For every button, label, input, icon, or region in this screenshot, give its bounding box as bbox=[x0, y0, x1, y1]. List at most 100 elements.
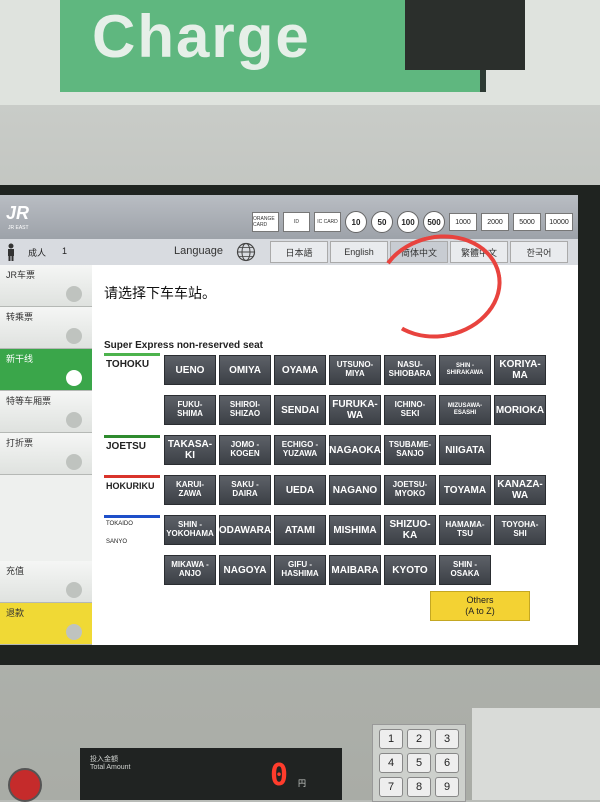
instruction-text: 请选择下车车站。 bbox=[104, 285, 216, 301]
station-button[interactable]: ECHIGO - YUZAWA bbox=[274, 435, 326, 465]
card-slot-panel bbox=[472, 708, 600, 800]
person-icon bbox=[8, 243, 14, 261]
station-button[interactable]: GIFU - HASHIMA bbox=[274, 555, 326, 585]
coin-100-icon: 100 bbox=[397, 211, 419, 233]
key-2[interactable]: 2 bbox=[407, 729, 431, 749]
station-button[interactable]: UEDA bbox=[274, 475, 326, 505]
station-button[interactable]: SAKU - DAIRA bbox=[219, 475, 271, 505]
station-button[interactable]: UENO bbox=[164, 355, 216, 385]
amount-value: 0 bbox=[270, 758, 289, 793]
passenger-count: 1 bbox=[62, 246, 68, 256]
sidebar-item-discount[interactable]: 打折票 bbox=[0, 433, 92, 475]
coin-10-icon: 10 bbox=[345, 211, 367, 233]
others-a-to-z-button[interactable]: Others (A to Z) bbox=[430, 591, 530, 621]
station-button[interactable]: SHIN - OSAKA bbox=[439, 555, 491, 585]
key-3[interactable]: 3 bbox=[435, 729, 459, 749]
sidebar-item-label: 打折票 bbox=[6, 438, 34, 448]
cancel-button[interactable] bbox=[8, 768, 42, 802]
station-button[interactable]: TAKASA- KI bbox=[164, 435, 216, 465]
station-button[interactable]: JOETSU- MYOKO bbox=[384, 475, 436, 505]
green-car-icon bbox=[66, 412, 82, 428]
station-button[interactable]: OMIYA bbox=[219, 355, 271, 385]
sidebar-item-label: 退款 bbox=[6, 608, 25, 618]
jr-logo: JR bbox=[6, 203, 30, 223]
machine-sign: Charge bbox=[0, 0, 600, 105]
station-button[interactable]: HAMAMA- TSU bbox=[439, 515, 491, 545]
station-button[interactable]: KORIYA- MA bbox=[494, 355, 546, 385]
coin-50-icon: 50 bbox=[371, 211, 393, 233]
ic-card-icon: IC CARD bbox=[314, 212, 341, 232]
station-button[interactable]: NASU- SHIOBARA bbox=[384, 355, 436, 385]
line-label-sanyo: SANYO bbox=[106, 539, 128, 545]
joetsu-line-bar bbox=[104, 435, 160, 438]
language-label: Language bbox=[174, 245, 223, 257]
station-button[interactable]: MIKAWA - ANJO bbox=[164, 555, 216, 585]
station-button[interactable]: MORIOKA bbox=[494, 395, 546, 425]
station-button[interactable]: SENDAI bbox=[274, 395, 326, 425]
amount-unit: 円 bbox=[298, 779, 306, 788]
station-button[interactable]: ATAMI bbox=[274, 515, 326, 545]
key-8[interactable]: 8 bbox=[407, 777, 431, 797]
tohoku-line-bar bbox=[104, 353, 160, 356]
station-button[interactable]: NAGAOKA bbox=[329, 435, 381, 465]
sidebar: JR车票 转乘票 新干线 特等车厢票 打折票 充值 退款 bbox=[0, 265, 92, 645]
sidebar-item-label: 转乘票 bbox=[6, 312, 34, 322]
station-button[interactable]: KARUI- ZAWA bbox=[164, 475, 216, 505]
tab-japanese[interactable]: 日本語 bbox=[270, 241, 328, 263]
station-button[interactable]: NIIGATA bbox=[439, 435, 491, 465]
station-select-panel: 请选择下车车站。 Super Express non-reserved seat… bbox=[92, 223, 578, 645]
top-bar: JR JR EAST ORANGE CARD ID IC CARD 10 50 … bbox=[0, 195, 578, 239]
sign-dark-panel bbox=[405, 0, 525, 70]
sidebar-item-green-car[interactable]: 特等车厢票 bbox=[0, 391, 92, 433]
key-9[interactable]: 9 bbox=[435, 777, 459, 797]
station-button[interactable]: NAGOYA bbox=[219, 555, 271, 585]
tab-korean[interactable]: 한국어 bbox=[510, 241, 568, 263]
charge-icon bbox=[66, 582, 82, 598]
station-button[interactable]: SHIN - SHIRAKAWA bbox=[439, 355, 491, 385]
coin-500-icon: 500 bbox=[423, 211, 445, 233]
key-7[interactable]: 7 bbox=[379, 777, 403, 797]
station-button[interactable]: TOYOHA- SHI bbox=[494, 515, 546, 545]
station-button[interactable]: KYOTO bbox=[384, 555, 436, 585]
station-button[interactable]: ODAWARA bbox=[219, 515, 271, 545]
shinkansen-icon bbox=[66, 370, 82, 386]
station-button[interactable]: SHIZUO- KA bbox=[384, 515, 436, 545]
key-4[interactable]: 4 bbox=[379, 753, 403, 773]
amount-display: 投入金額 Total Amount 0 円 bbox=[80, 748, 342, 800]
station-button[interactable]: OYAMA bbox=[274, 355, 326, 385]
station-button[interactable]: MAIBARA bbox=[329, 555, 381, 585]
ticket-icon bbox=[66, 286, 82, 302]
station-button[interactable]: JOMO - KOGEN bbox=[219, 435, 271, 465]
refund-icon bbox=[66, 624, 82, 640]
station-button[interactable]: SHIROI- SHIZAO bbox=[219, 395, 271, 425]
station-button[interactable]: MIZUSAWA- ESASHI bbox=[439, 395, 491, 425]
sidebar-item-label: 新干线 bbox=[6, 354, 34, 364]
station-button[interactable]: TSUBAME- SANJO bbox=[384, 435, 436, 465]
station-button[interactable]: FURUKA- WA bbox=[329, 395, 381, 425]
key-5[interactable]: 5 bbox=[407, 753, 431, 773]
sidebar-item-label: JR车票 bbox=[6, 270, 35, 280]
sidebar-item-shinkansen[interactable]: 新干线 bbox=[0, 349, 92, 391]
ticket-screen: JR JR EAST ORANGE CARD ID IC CARD 10 50 … bbox=[0, 195, 578, 645]
sidebar-item-refund[interactable]: 退款 bbox=[0, 603, 92, 645]
station-button[interactable]: FUKU- SHIMA bbox=[164, 395, 216, 425]
station-button[interactable]: SHIN - YOKOHAMA bbox=[164, 515, 216, 545]
station-button[interactable]: UTSUNO- MIYA bbox=[329, 355, 381, 385]
key-1[interactable]: 1 bbox=[379, 729, 403, 749]
sidebar-item-jr-ticket[interactable]: JR车票 bbox=[0, 265, 92, 307]
key-6[interactable]: 6 bbox=[435, 753, 459, 773]
station-button[interactable]: TOYAMA bbox=[439, 475, 491, 505]
note-5000-icon: 5000 bbox=[513, 213, 541, 231]
transfer-icon bbox=[66, 328, 82, 344]
tab-english[interactable]: English bbox=[330, 241, 388, 263]
station-button[interactable]: NAGANO bbox=[329, 475, 381, 505]
sidebar-item-transfer[interactable]: 转乘票 bbox=[0, 307, 92, 349]
station-button[interactable]: ICHINO- SEKI bbox=[384, 395, 436, 425]
sidebar-item-charge[interactable]: 充值 bbox=[0, 561, 92, 603]
amount-label: 投入金額 Total Amount bbox=[90, 756, 131, 771]
jr-logo-sub: JR EAST bbox=[8, 225, 29, 231]
globe-icon bbox=[236, 242, 256, 262]
station-button[interactable]: KANAZA- WA bbox=[494, 475, 546, 505]
discount-icon bbox=[66, 454, 82, 470]
station-button[interactable]: MISHIMA bbox=[329, 515, 381, 545]
